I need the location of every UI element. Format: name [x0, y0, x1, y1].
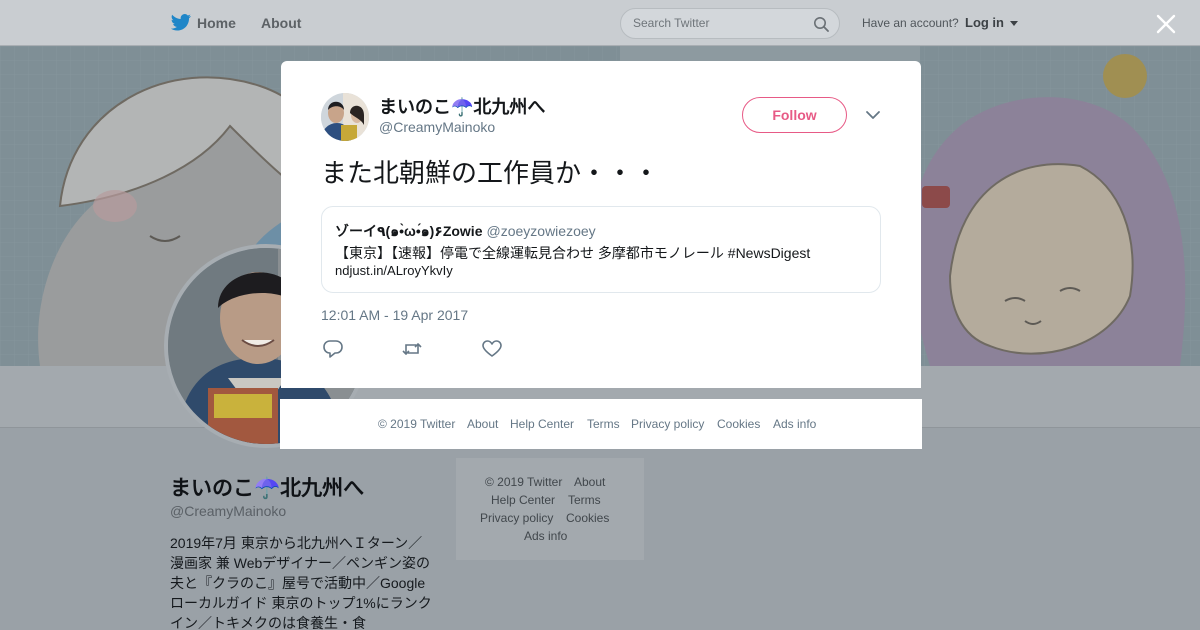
modal-footer-help-link[interactable]: Help Center [510, 417, 574, 431]
nav-home-link[interactable]: Home [197, 15, 236, 31]
top-navigation-bar: Home About Search Twitter Have an accoun… [0, 0, 1200, 46]
tweet-author-avatar-image [321, 93, 369, 141]
tweet-author-handle[interactable]: @CreamyMainoko [379, 119, 495, 135]
retweet-icon[interactable] [401, 339, 423, 359]
side-footer-privacy-link[interactable]: Privacy policy [480, 511, 553, 525]
side-footer-links: © 2019 Twitter About Help Center Terms P… [456, 458, 644, 560]
side-footer-ads-link[interactable]: Ads info [524, 529, 567, 543]
reply-icon[interactable] [322, 339, 344, 359]
modal-footer-cookies-link[interactable]: Cookies [717, 417, 760, 431]
nav-about-link[interactable]: About [261, 15, 301, 31]
follow-button[interactable]: Follow [742, 97, 847, 133]
tweet-text: また北朝鮮の工作員か・・・ [321, 158, 660, 188]
quoted-tweet-author-name: ゾーイ٩(๑•̀ω•́๑)۶Zowie [335, 223, 483, 239]
close-icon[interactable] [1154, 12, 1178, 36]
quoted-tweet-card[interactable]: ゾーイ٩(๑•̀ω•́๑)۶Zowie @zoeyzowiezoey 【東京】【速… [321, 206, 881, 293]
search-placeholder: Search Twitter [633, 16, 710, 30]
side-footer-copyright: © 2019 Twitter [485, 475, 563, 489]
login-label: Log in [965, 15, 1004, 30]
have-account-text: Have an account? [862, 16, 959, 30]
tweet-author-avatar[interactable] [321, 93, 369, 141]
twitter-bird-icon[interactable] [170, 14, 192, 32]
tweet-author-name[interactable]: まいのこ☂️北九州へ [379, 93, 545, 119]
modal-footer-copyright: © 2019 Twitter [378, 417, 456, 431]
modal-footer-links: © 2019 Twitter About Help Center Terms P… [280, 399, 922, 449]
modal-footer-about-link[interactable]: About [467, 417, 498, 431]
caret-down-icon [1009, 20, 1018, 26]
login-link[interactable]: Log in [965, 15, 1018, 30]
profile-display-name: まいのこ☂️北九州へ [170, 477, 365, 500]
side-footer-about-link[interactable]: About [574, 475, 605, 489]
side-footer-terms-link[interactable]: Terms [568, 493, 601, 507]
side-footer-help-link[interactable]: Help Center [491, 493, 555, 507]
quoted-tweet-author-handle: @zoeyzowiezoey [486, 223, 596, 239]
side-footer-cookies-link[interactable]: Cookies [566, 511, 609, 525]
heart-icon[interactable] [481, 339, 503, 359]
modal-footer-terms-link[interactable]: Terms [587, 417, 620, 431]
search-field[interactable]: Search Twitter [620, 8, 840, 39]
tweet-modal: まいのこ☂️北九州へ @CreamyMainoko Follow また北朝鮮の工… [281, 61, 921, 388]
tweet-timestamp[interactable]: 12:01 AM - 19 Apr 2017 [321, 307, 468, 323]
quoted-tweet-text: 【東京】【速報】停電で全線運転見合わせ 多摩都市モノレール #NewsDiges… [335, 245, 811, 261]
profile-bio: 2019年7月 東京から北九州へＩターン／漫画家 兼 Webデザイナー／ペンギン… [170, 535, 432, 630]
modal-footer-privacy-link[interactable]: Privacy policy [631, 417, 704, 431]
modal-footer-ads-link[interactable]: Ads info [773, 417, 816, 431]
profile-handle[interactable]: @CreamyMainoko [170, 503, 286, 519]
quoted-tweet-author[interactable]: ゾーイ٩(๑•̀ω•́๑)۶Zowie @zoeyzowiezoey [335, 221, 596, 243]
quoted-tweet-link[interactable]: ndjust.in/ALroyYkvIy [335, 263, 453, 278]
chevron-down-icon[interactable] [865, 109, 881, 121]
search-icon[interactable] [813, 16, 829, 32]
